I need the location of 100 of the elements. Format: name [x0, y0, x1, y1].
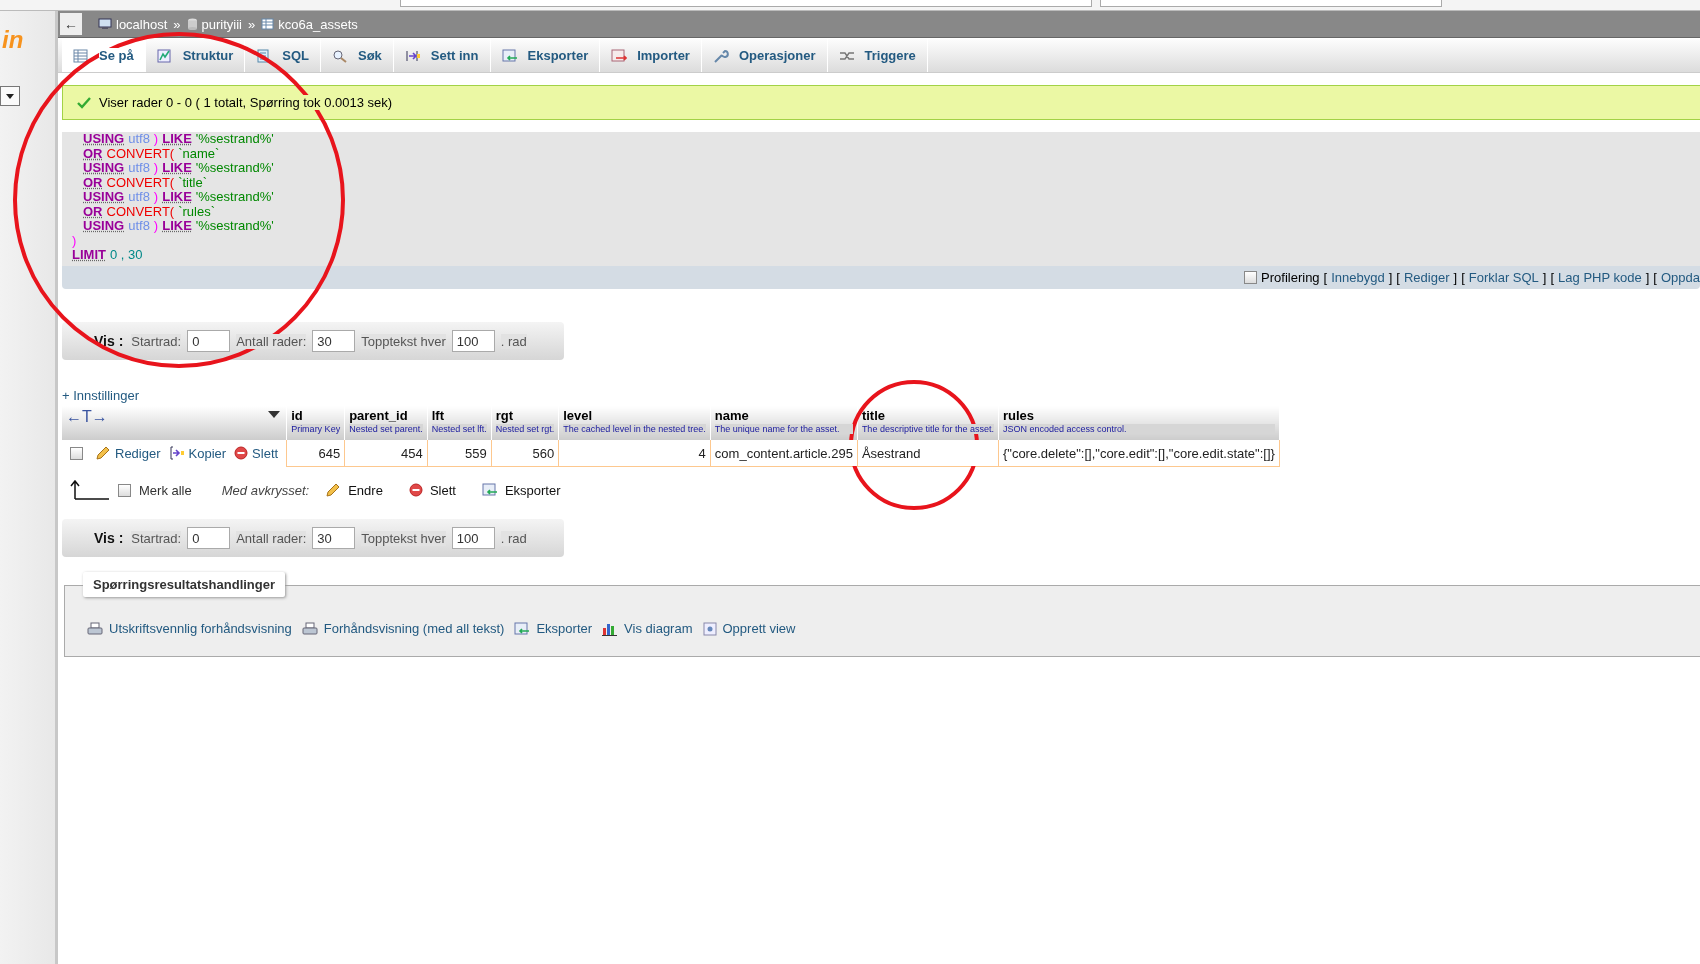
sql-token: 0 , 30: [109, 248, 143, 263]
sql-token: OR: [83, 146, 103, 161]
breadcrumb-link[interactable]: purityiii: [201, 16, 242, 32]
logo: in: [2, 27, 25, 53]
table-cell: 645: [286, 440, 345, 467]
sql-token: LIKE: [162, 190, 192, 205]
with-selected-label: Med avkrysset:: [221, 482, 310, 498]
row-action-link[interactable]: Slett: [252, 445, 279, 461]
nav-title: Vis :: [94, 530, 124, 546]
table-cell: 559: [427, 440, 492, 467]
breadcrumb-link[interactable]: kco6a_assets: [278, 16, 358, 32]
sql-token: OR: [83, 204, 103, 219]
export-icon: [501, 48, 518, 63]
tab[interactable]: Triggere: [827, 39, 928, 72]
column-header[interactable]: rules JSON encoded access control.: [998, 406, 1280, 440]
result-action-link[interactable]: Forhåndsvisning (med all tekst): [301, 621, 505, 636]
table-cell: 4: [558, 440, 711, 467]
field-label: Antall rader:: [236, 333, 307, 349]
tab[interactable]: Struktur: [145, 39, 246, 72]
input-field[interactable]: 100: [451, 330, 495, 352]
table-cell: Åsestrand: [857, 440, 999, 467]
breadcrumb-link[interactable]: localhost: [116, 16, 168, 32]
bulk-action-button[interactable]: Eksporter: [481, 482, 561, 498]
table-icon: [261, 18, 275, 30]
input-field[interactable]: 30: [312, 330, 356, 352]
breadcrumb-separator: »: [248, 16, 256, 32]
query-link[interactable]: Oppda: [1660, 270, 1700, 285]
query-link[interactable]: Forklar SQL: [1468, 270, 1539, 285]
checkbox[interactable]: [70, 446, 83, 460]
checkbox[interactable]: [118, 483, 131, 497]
back-button[interactable]: ←: [60, 13, 82, 35]
table-cell: com_content.article.295: [710, 440, 858, 467]
result-action-link[interactable]: Vis diagram: [602, 621, 693, 636]
tab[interactable]: Søk: [321, 39, 394, 72]
input-field[interactable]: 30: [312, 527, 356, 549]
input-field[interactable]: 0: [187, 330, 231, 352]
sql-token: utf8: [128, 190, 150, 205]
row-action-link[interactable]: Rediger: [115, 445, 161, 461]
field-label: Startrad:: [131, 530, 182, 546]
field-label: . rad: [500, 333, 527, 349]
result-action-link[interactable]: Eksporter: [514, 621, 593, 636]
bulk-action-button[interactable]: Slett: [408, 482, 456, 498]
delete-icon: [408, 483, 423, 497]
bar-chart-icon: [602, 621, 619, 636]
bracket: ]: [1453, 270, 1458, 285]
sql-token: ): [153, 190, 159, 205]
search-icon: [332, 48, 348, 63]
result-action-link[interactable]: Utskriftsvennlig forhåndsvisning: [87, 621, 292, 636]
row-action-link[interactable]: Kopier: [188, 445, 227, 461]
sql-token: CONVERT(: [106, 175, 175, 190]
input-field[interactable]: 0: [187, 527, 231, 549]
tab[interactable]: Sett inn: [393, 39, 491, 72]
tab[interactable]: Eksporter: [490, 39, 601, 72]
query-link[interactable]: Lag PHP kode: [1558, 270, 1642, 285]
sql-token: CONVERT(: [106, 146, 175, 161]
message-text: Viser rader 0 - 0 ( 1 totalt, Spørring tok 0.0013 sek): [99, 95, 393, 110]
tab[interactable]: SQL: [245, 39, 321, 72]
column-arrows[interactable]: ←T→: [66, 408, 108, 425]
bracket: ]: [1645, 270, 1650, 285]
column-header[interactable]: rgt Nested set rgt.: [491, 406, 559, 440]
sql-token: '%sestrand%': [195, 219, 274, 234]
sql-token: utf8: [128, 219, 150, 234]
result-action-link[interactable]: Opprett view: [702, 621, 796, 636]
input-field[interactable]: 100: [451, 527, 495, 549]
query-link[interactable]: Innebygd: [1331, 270, 1385, 285]
query-link[interactable]: Rediger: [1404, 270, 1450, 285]
field-label: Antall rader:: [236, 530, 307, 546]
dropdown-icon[interactable]: [0, 86, 20, 106]
sql-token: ): [153, 161, 159, 176]
bulk-action-button[interactable]: Endre: [325, 482, 383, 498]
address-field[interactable]: [400, 0, 1092, 7]
panel-legend: Spørringsresultatshandlinger: [83, 572, 286, 597]
column-header[interactable]: lft Nested set lft.: [427, 406, 492, 440]
column-header[interactable]: parent_id Nested set parent.: [344, 406, 428, 440]
tab[interactable]: Se på: [62, 39, 146, 72]
checkbox[interactable]: [1244, 271, 1258, 284]
sql-token: USING: [83, 132, 125, 147]
delete-icon: [234, 446, 249, 460]
database-icon: [186, 18, 198, 30]
column-header[interactable]: level The cached level in the nested tree.: [558, 406, 711, 440]
sql-token: OR: [83, 175, 103, 190]
tab[interactable]: Operasjoner: [701, 39, 828, 72]
settings-link[interactable]: + Innstillinger: [62, 388, 139, 404]
sql-token: `rules`: [178, 204, 215, 219]
column-header[interactable]: name The unique name for the asset.: [710, 406, 858, 440]
printer-icon: [87, 621, 103, 636]
caret-icon[interactable]: [268, 411, 281, 419]
sql-token: '%sestrand%': [195, 190, 274, 205]
column-header[interactable]: id Primary Key: [286, 406, 345, 440]
bracket: [: [1323, 270, 1328, 285]
column-header[interactable]: title The descriptive title for the asset.: [857, 406, 999, 440]
field-label: Topptekst hver: [361, 530, 446, 546]
sql-token: USING: [83, 219, 125, 234]
sql-token: ): [72, 233, 77, 248]
tab[interactable]: Importer: [600, 39, 702, 72]
search-field[interactable]: [1100, 0, 1442, 7]
view-icon: [702, 621, 717, 636]
sql-token: `title`: [178, 175, 208, 190]
field-label: Startrad:: [131, 333, 182, 349]
field-label: . rad: [500, 530, 527, 546]
